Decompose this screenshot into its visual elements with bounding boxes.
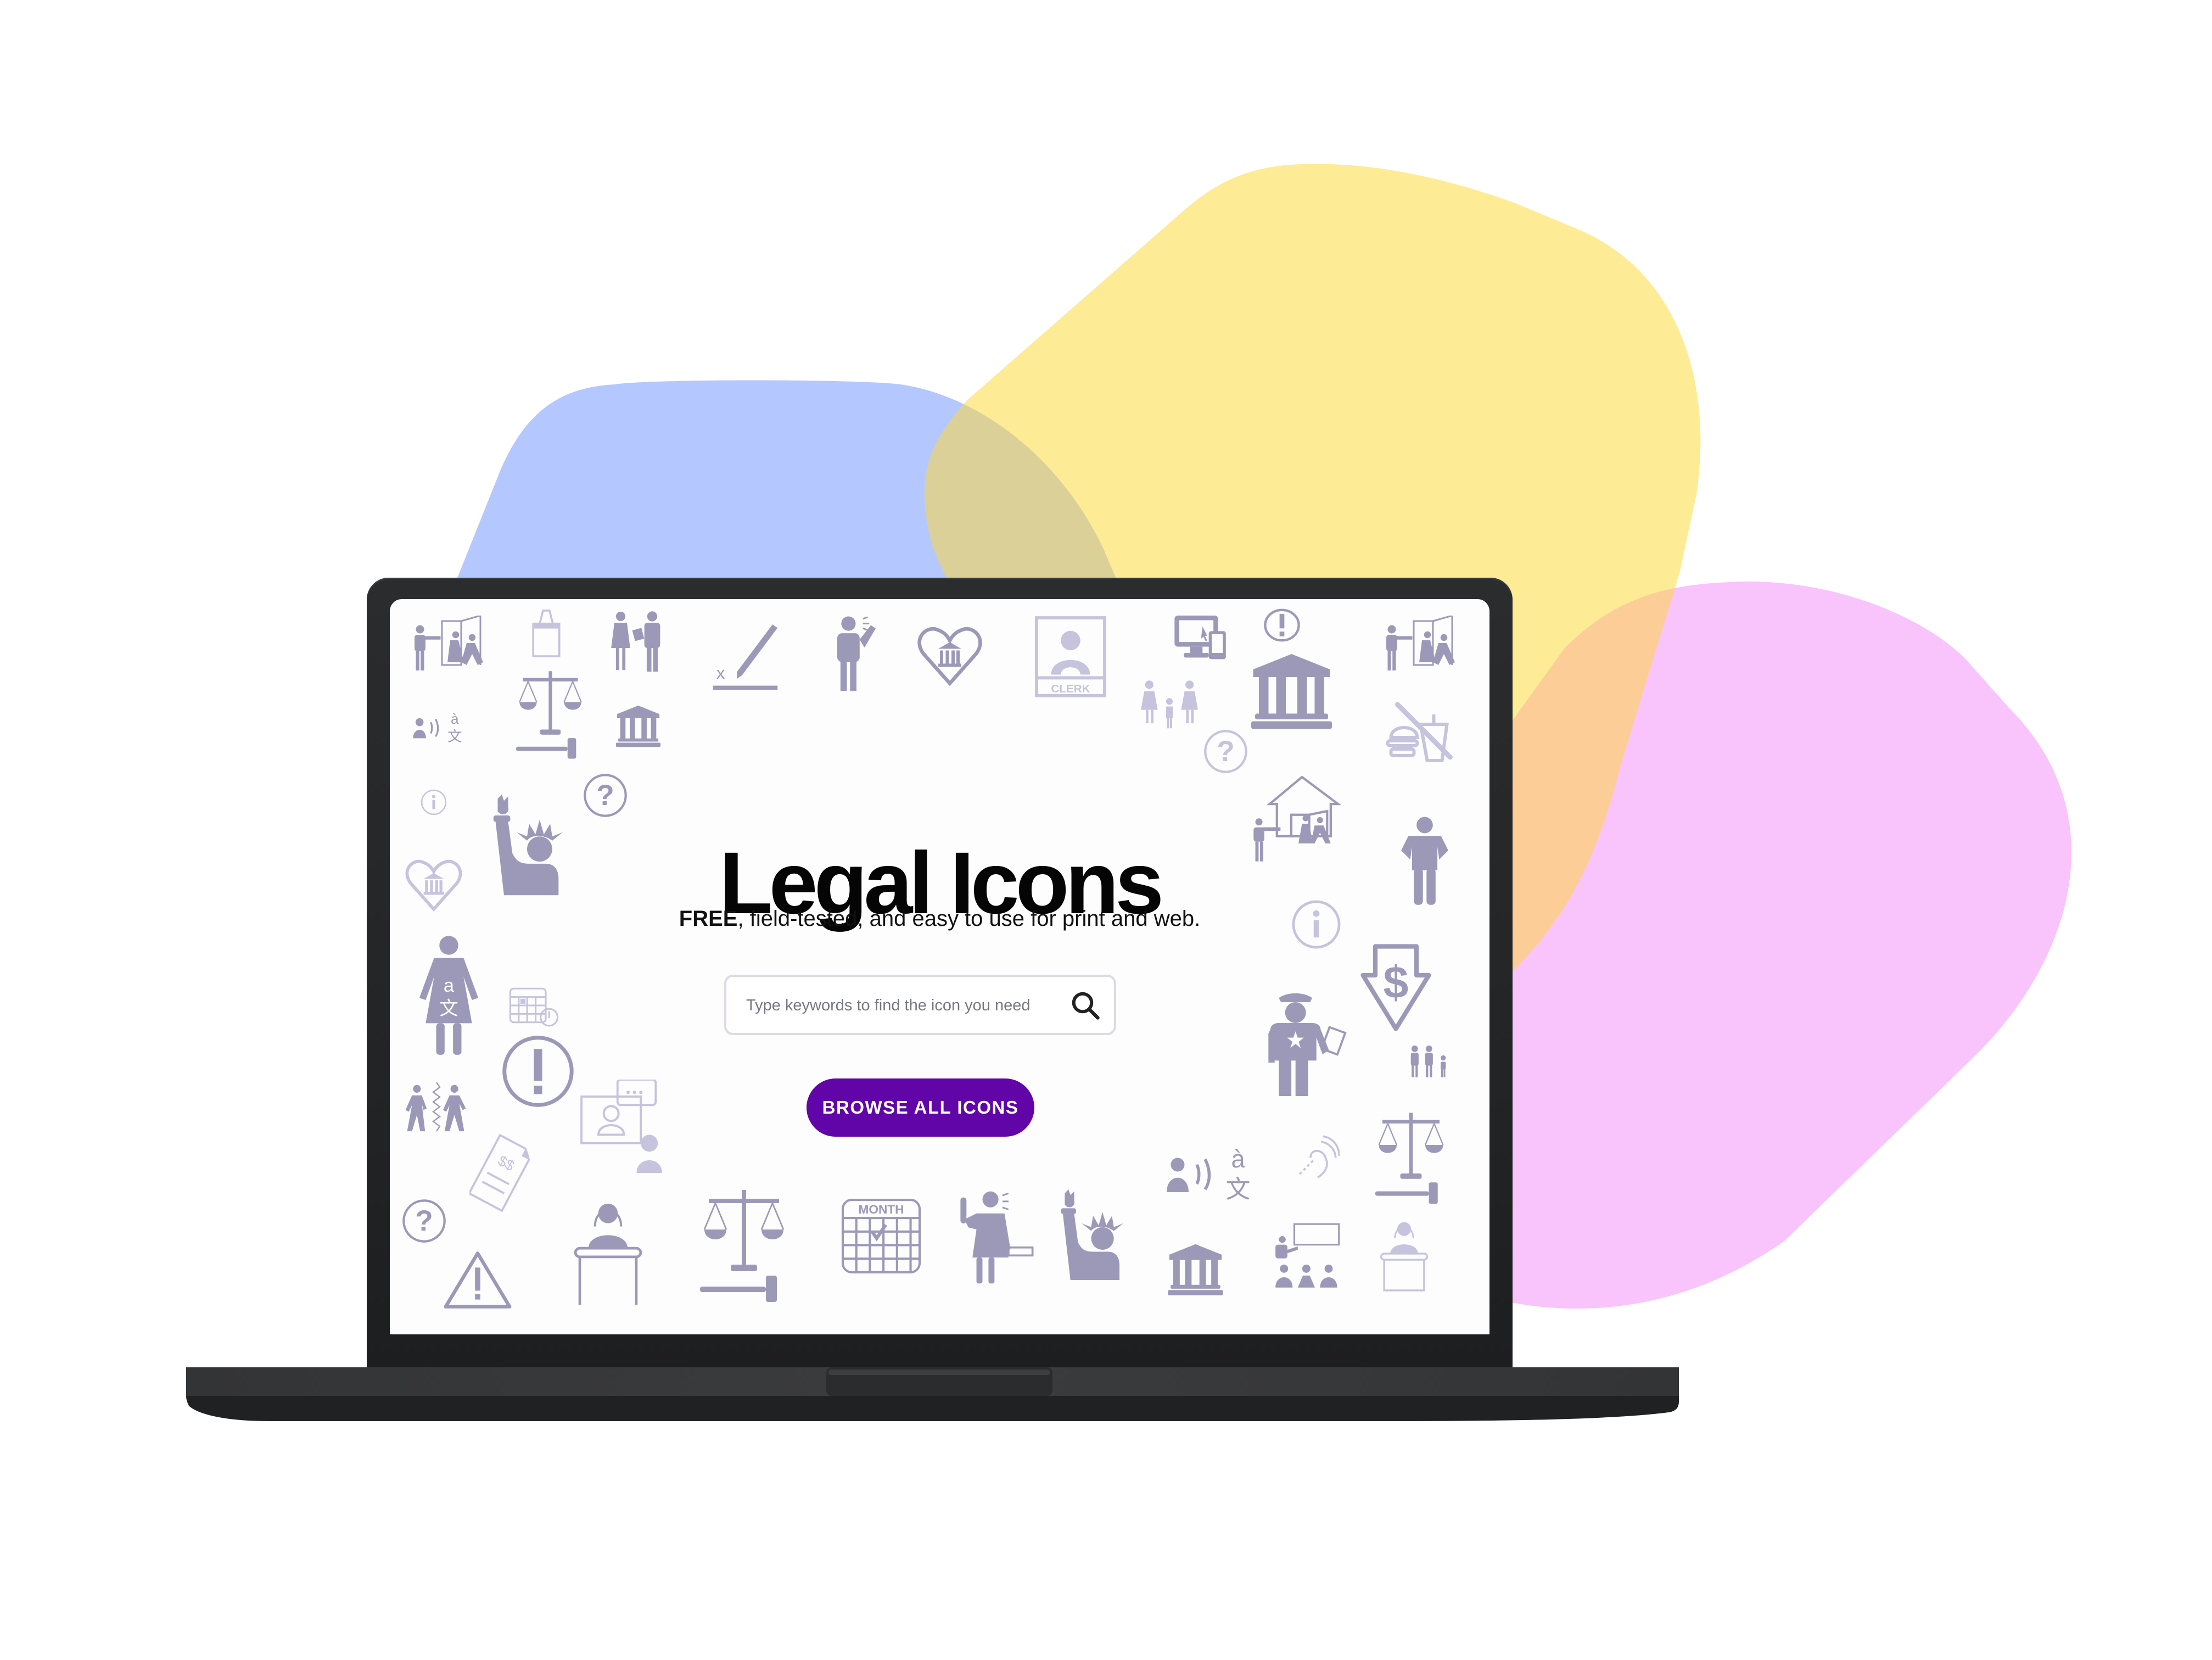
clerk-label: CLERK <box>1051 683 1090 695</box>
page-subtitle: FREE, field-tested, and easy to use for … <box>390 907 1489 931</box>
question-circle-icon: ? <box>1202 728 1249 775</box>
eviction-icon <box>412 616 494 676</box>
alert-circle-icon <box>1263 607 1301 643</box>
separation-icon <box>404 1082 469 1134</box>
courthouse-icon <box>1167 1242 1224 1299</box>
svg-text:?: ? <box>1217 735 1234 768</box>
question-circle-icon: ? <box>401 1198 447 1244</box>
subtitle-free: FREE <box>679 907 738 931</box>
search-box <box>724 975 1116 1035</box>
family-icon <box>1139 679 1200 731</box>
question-circle-icon: ? <box>582 772 629 819</box>
dollar-down-icon: $ <box>1359 940 1433 1036</box>
laptop-base <box>186 1367 1679 1421</box>
sign-here-icon: x <box>711 621 780 692</box>
svg-text:文: 文 <box>1225 1175 1250 1203</box>
subtitle-rest: , field-tested, and easy to use for prin… <box>737 907 1201 931</box>
hearing-assist-icon <box>1296 1134 1340 1181</box>
no-food-drink-icon <box>1384 698 1458 764</box>
scales-gavel-icon <box>516 670 585 761</box>
svg-text:?: ? <box>415 1205 433 1237</box>
translate-accent-label: à <box>451 711 459 727</box>
woman-oath-icon <box>955 1189 1038 1285</box>
svg-text:à: à <box>1231 1145 1245 1173</box>
clerk-icon: CLERK <box>1035 616 1106 698</box>
ballot-box-icon <box>530 607 563 659</box>
svg-text:x: x <box>716 663 725 683</box>
interpreter-icon: à文 <box>412 706 472 745</box>
couple-with-document-icon <box>607 610 673 673</box>
scales-gavel-icon <box>700 1189 788 1305</box>
person-speaking-icon <box>832 616 881 692</box>
search-icon[interactable] <box>1069 989 1102 1022</box>
browse-all-icons-button[interactable]: BROWSE ALL ICONS <box>807 1078 1034 1137</box>
interpreter-icon: à文 <box>1167 1137 1265 1203</box>
calendar-month-label: MONTH <box>859 1203 904 1216</box>
courthouse-icon <box>615 703 662 750</box>
eviction-icon <box>1384 616 1466 676</box>
warning-triangle-icon <box>442 1250 513 1310</box>
svg-text:文: 文 <box>439 998 458 1020</box>
bill-label: $$ <box>495 1152 517 1174</box>
computer-devices-icon <box>1172 616 1230 662</box>
bill-icon: $$ <box>469 1132 533 1214</box>
search-input[interactable] <box>745 977 1055 1034</box>
translate-a-label: a <box>444 975 455 996</box>
courthouse-icon <box>1249 654 1334 731</box>
calendar-alert-icon <box>508 983 560 1027</box>
scales-gavel-icon <box>1375 1113 1447 1206</box>
alert-circle-icon <box>500 1033 576 1110</box>
judge-icon <box>571 1200 645 1305</box>
family-icon <box>1408 1044 1455 1080</box>
translate-x-label: 文 <box>447 729 462 745</box>
heart-courthouse-icon <box>917 624 983 687</box>
calendar-month-icon: MONTH <box>840 1198 922 1275</box>
judge-icon <box>1378 1220 1430 1294</box>
classroom-icon <box>1274 1222 1342 1291</box>
video-call-icon <box>579 1080 664 1173</box>
liberty-statue-icon <box>1057 1189 1125 1280</box>
police-officer-icon <box>1265 992 1351 1096</box>
dollar-label: $ <box>1384 957 1409 1008</box>
browser-screen: x CLERK à文 ? ? a 文 $ $$ à 文 ? MONTH Lega… <box>390 599 1489 1334</box>
info-circle-icon <box>420 789 447 816</box>
svg-text:?: ? <box>596 779 614 812</box>
woman-interpreter-icon: a文 <box>417 934 480 1058</box>
